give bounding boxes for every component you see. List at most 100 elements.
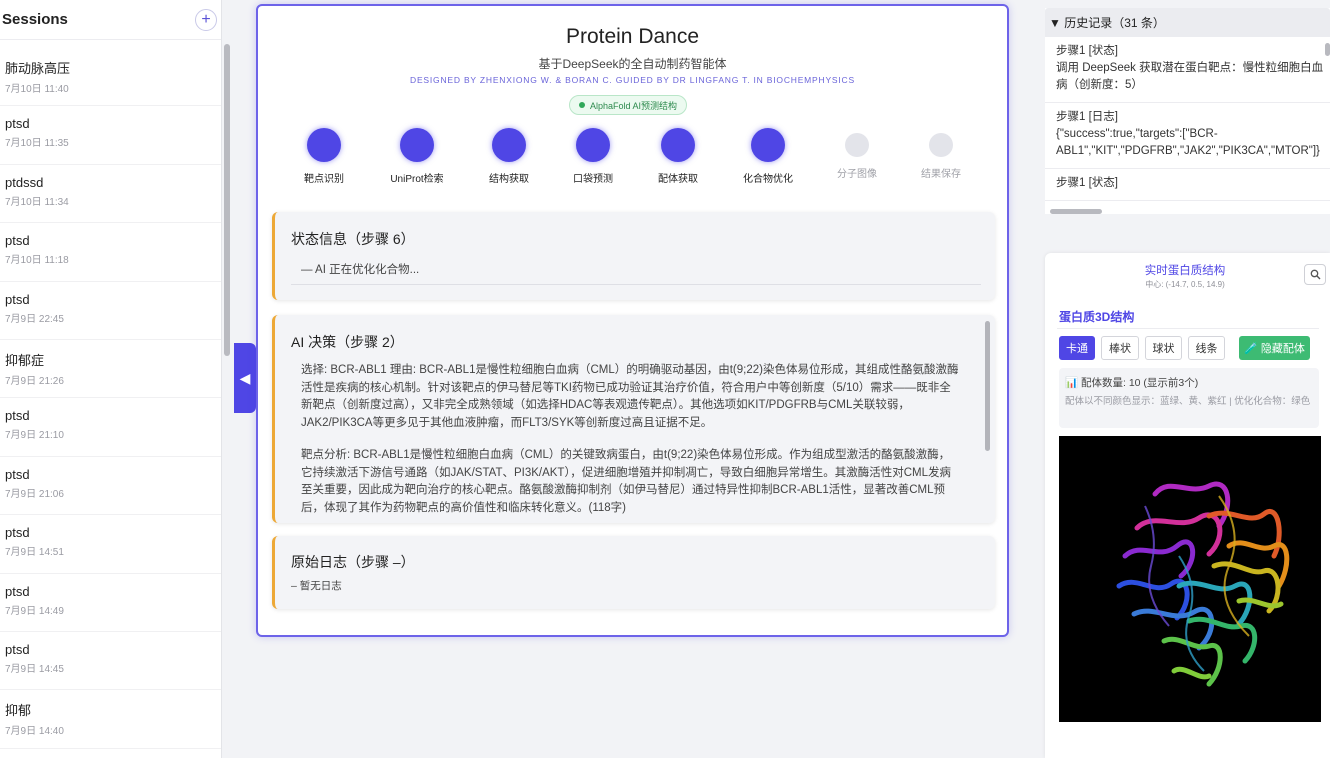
chevron-left-icon: ◀ xyxy=(239,369,251,386)
history-entry: 步骤1 [状态] xyxy=(1045,169,1330,201)
style-cartoon-button[interactable]: 卡通 xyxy=(1059,336,1095,360)
session-time: 7月10日 11:35 xyxy=(5,138,69,150)
history-panel: ▼ 历史记录（31 条） 步骤1 [状态] 调用 DeepSeek 获取潜在蛋白… xyxy=(1045,8,1330,214)
session-item[interactable]: 肺动脉高压 7月10日 11:40 xyxy=(0,48,221,107)
ai-panel-title: AI 决策（步骤 2） xyxy=(291,334,404,350)
session-item[interactable]: ptsd 7月9日 21:06 xyxy=(0,457,221,516)
history-entry: 步骤1 [状态] 调用 DeepSeek 获取潜在蛋白靶点：慢性粒细胞白血病（创… xyxy=(1045,37,1330,103)
session-name: ptsd xyxy=(5,525,30,541)
session-time: 7月9日 14:49 xyxy=(5,605,64,617)
protein-viewer-card: 实时蛋白质结构 中心: (-14.7, 0.5, 14.9) 蛋白质3D结构 卡… xyxy=(1045,253,1330,758)
session-item[interactable]: ptsd 7月10日 11:35 xyxy=(0,106,221,165)
session-time: 7月9日 22:45 xyxy=(5,313,64,325)
session-item[interactable]: ptdssd 7月10日 11:34 xyxy=(0,165,221,224)
history-entry-title: 步骤1 [状态] xyxy=(1056,177,1118,189)
viewer-title: 实时蛋白质结构 xyxy=(1144,265,1226,277)
session-time: 7月10日 11:18 xyxy=(5,255,69,267)
protein-3d-viewport[interactable] xyxy=(1059,436,1321,722)
viewer-center-coordinates: 中心: (-14.7, 0.5, 14.9) xyxy=(1145,280,1225,289)
sidebar-scrollbar[interactable] xyxy=(224,44,230,356)
structure-heading: 蛋白质3D结构 xyxy=(1059,310,1135,324)
history-entry: 步骤1 [日志] {"success":true,"targets":["BCR… xyxy=(1045,103,1330,169)
divider xyxy=(1057,328,1319,329)
status-panel-title: 状态信息（步骤 6） xyxy=(291,231,415,247)
history-entry-body: {"success":true,"targets":["BCR-ABL1","K… xyxy=(1056,128,1320,157)
step-indicator xyxy=(492,128,526,162)
hide-ligand-button[interactable]: 🧪 隐藏配体 xyxy=(1239,336,1310,360)
style-sphere-button[interactable]: 球状 xyxy=(1145,336,1182,360)
history-entry-body: 调用 DeepSeek 获取潜在蛋白靶点：慢性粒细胞白血病（创新度：5） xyxy=(1056,62,1324,91)
session-name: ptsd xyxy=(5,116,30,132)
session-name: ptsd xyxy=(5,291,30,307)
status-text: — AI 正在优化化合物... xyxy=(301,264,420,276)
collapse-sidebar-button[interactable]: ◀ xyxy=(234,343,256,413)
session-item[interactable]: ptsd 7月9日 22:45 xyxy=(0,282,221,340)
ligand-info-box: 📊 配体数量: 10 (显示前3个) 配体以不同颜色显示：蓝绿、黄、紫红 | 优… xyxy=(1059,368,1319,428)
sessions-sidebar: Sessions + 肺动脉高压 7月10日 11:40 ptsd 7月10日 11… xyxy=(0,0,222,758)
session-name: ptsd xyxy=(5,583,30,599)
protein-ribbon-render xyxy=(1116,481,1290,687)
step-indicator xyxy=(845,133,869,157)
session-item[interactable]: 抑郁症 7月9日 21:26 xyxy=(0,340,221,399)
step-compound-optimization: 化合物优化 xyxy=(718,128,818,185)
alphafold-badge-label: AlphaFold AI预测结构 xyxy=(590,100,678,111)
ligand-color-legend: 配体以不同颜色显示：蓝绿、黄、紫红 | 优化化合物：绿色 xyxy=(1065,396,1311,407)
session-name: 抑郁症 xyxy=(5,352,45,368)
style-stick-button[interactable]: 棒状 xyxy=(1101,336,1139,360)
history-entry-title: 步骤1 [状态] xyxy=(1056,45,1118,57)
session-time: 7月10日 11:40 xyxy=(5,84,69,95)
step-indicator xyxy=(929,133,953,157)
divider xyxy=(291,284,981,285)
session-name: 肺动脉高压 xyxy=(5,61,71,76)
session-item[interactable]: 抑郁 7月9日 14:40 xyxy=(0,690,221,749)
session-time: 7月9日 14:45 xyxy=(5,663,64,675)
session-name: ptsd xyxy=(5,641,30,657)
session-item[interactable]: ptsd 7月9日 21:10 xyxy=(0,398,221,457)
history-toggle[interactable]: ▼ 历史记录（31 条） xyxy=(1045,8,1330,37)
sidebar-header: Sessions + xyxy=(0,0,221,40)
session-name: ptsd xyxy=(5,233,30,249)
session-time: 7月9日 14:40 xyxy=(5,726,64,738)
add-session-button[interactable]: + xyxy=(195,8,217,31)
session-time: 7月9日 21:06 xyxy=(5,488,64,500)
step-ligand-fetch: 配体获取 xyxy=(628,128,728,185)
ai-panel-scrollbar[interactable] xyxy=(985,321,990,451)
session-item[interactable]: ptsd 7月9日 14:45 xyxy=(0,632,221,691)
status-panel: 状态信息（步骤 6） — AI 正在优化化合物... xyxy=(272,212,995,300)
history-horizontal-scrollbar[interactable] xyxy=(1050,209,1102,214)
session-time: 7月9日 21:10 xyxy=(5,430,64,442)
session-time: 7月9日 21:26 xyxy=(5,375,64,387)
step-target-identification: 靶点识别 xyxy=(274,128,374,185)
session-name: ptsd xyxy=(5,466,30,482)
step-label: UniProt检索 xyxy=(390,174,444,185)
app-subtitle: 基于DeepSeek的全自动制药智能体 xyxy=(538,57,727,71)
session-time: 7月10日 11:34 xyxy=(5,196,69,208)
step-label: 结果保存 xyxy=(921,169,961,180)
history-entry-title: 步骤1 [日志] xyxy=(1056,111,1118,123)
step-indicator xyxy=(751,128,785,162)
session-item[interactable]: ptsd 7月9日 14:49 xyxy=(0,574,221,632)
ai-decision-panel: AI 决策（步骤 2） 选择: BCR-ABL1 理由: BCR-ABL1是慢性… xyxy=(272,315,995,523)
step-uniprot-search: UniProt检索 xyxy=(367,128,467,185)
log-panel-title: 原始日志（步骤 –） xyxy=(291,554,415,570)
session-name: 抑郁 xyxy=(5,703,32,719)
app-credit: DESIGNED BY ZHENXIONG W. & BORAN C. GUID… xyxy=(410,75,855,85)
log-text: – 暂无日志 xyxy=(291,580,342,592)
magnifier-icon[interactable] xyxy=(1304,264,1326,285)
raw-log-panel: 原始日志（步骤 –） – 暂无日志 xyxy=(272,536,995,609)
session-item[interactable]: ptsd 7月10日 11:18 xyxy=(0,223,221,282)
style-line-button[interactable]: 线条 xyxy=(1188,336,1225,360)
history-vertical-scrollbar[interactable] xyxy=(1325,43,1330,56)
step-indicator xyxy=(576,128,610,162)
step-label: 配体获取 xyxy=(658,174,698,185)
step-label: 化合物优化 xyxy=(743,174,793,185)
step-indicator xyxy=(400,128,434,162)
session-name: ptdssd xyxy=(5,174,44,190)
pipeline-card: Protein Dance 基于DeepSeek的全自动制药智能体 DESIGN… xyxy=(256,4,1009,637)
alphafold-badge: AlphaFold AI预测结构 xyxy=(569,95,688,115)
session-time: 7月9日 14:51 xyxy=(5,547,64,559)
session-name: ptsd xyxy=(5,408,30,424)
sidebar-title: Sessions xyxy=(2,11,68,28)
session-item[interactable]: ptsd 7月9日 14:51 xyxy=(0,515,221,574)
step-indicator xyxy=(307,128,341,162)
